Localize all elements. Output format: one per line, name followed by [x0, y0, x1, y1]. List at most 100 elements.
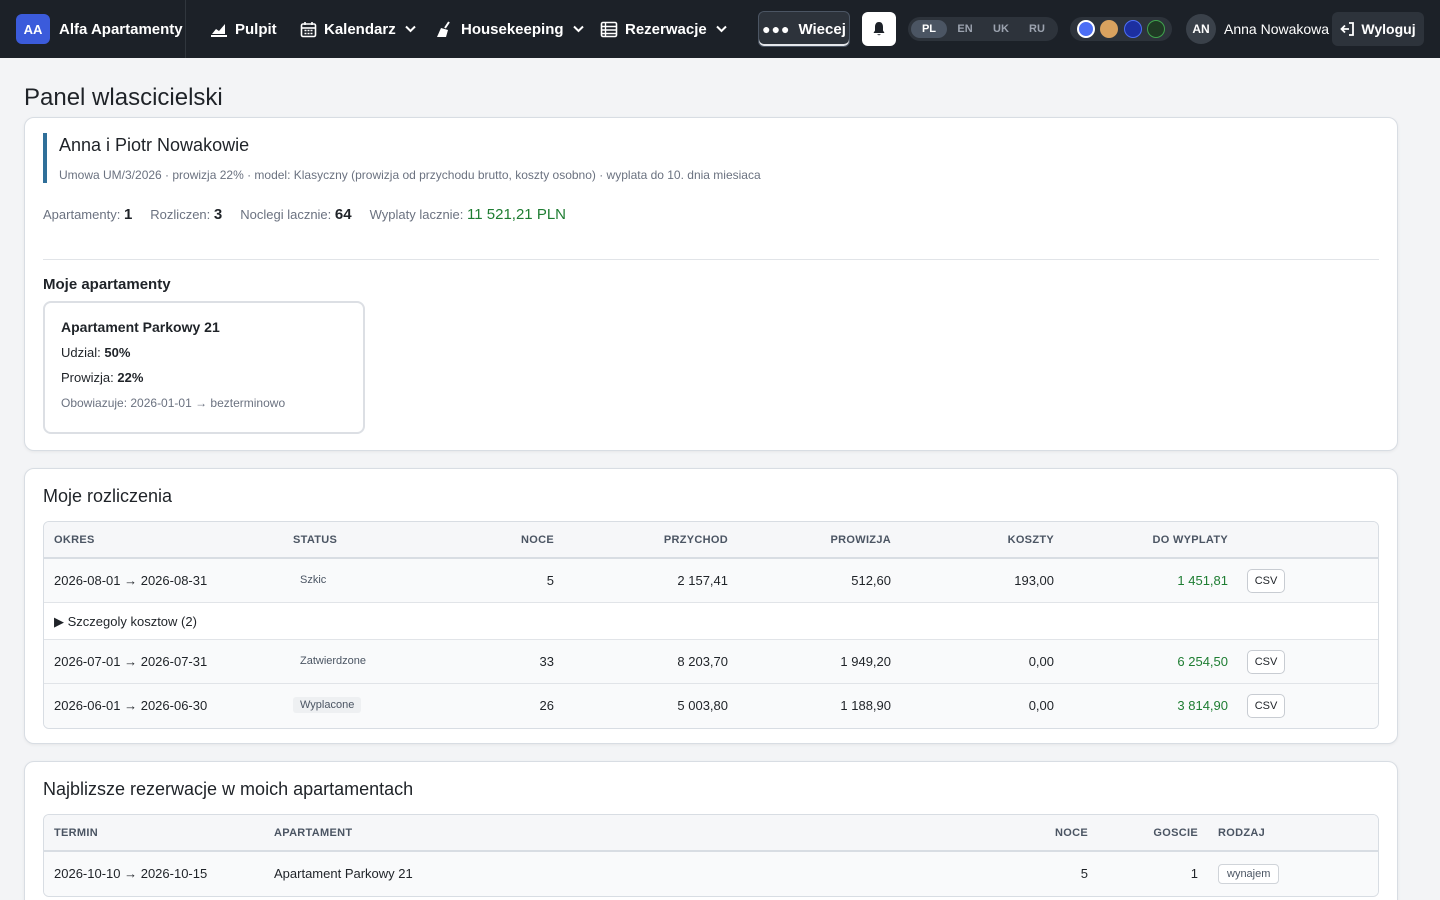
language-switcher: PL EN UK RU [908, 17, 1058, 41]
stat-payouts: Wyplaty lacznie: 11 521,21 PLN [369, 206, 566, 223]
user-menu[interactable]: AN Anna Nowakowa [1186, 14, 1329, 44]
cell-commission: 1 949,20 [840, 654, 891, 669]
list-icon [600, 21, 618, 37]
nav-item-kalendarz[interactable]: Kalendarz [300, 0, 416, 58]
cell-apartment: Apartament Parkowy 21 [274, 866, 413, 881]
bell-icon [873, 22, 885, 36]
logout-icon [1340, 22, 1355, 36]
column-header: NOCE [521, 534, 554, 546]
column-header: STATUS [293, 534, 338, 546]
nav-item-housekeeping[interactable]: Housekeeping [436, 0, 584, 58]
owner-card: Anna i Piotr Nowakowie Umowa UM/3/2026 ·… [24, 117, 1398, 451]
table-row: 2026-07-01 → 2026-07-31 Zatwierdzone 33 … [44, 640, 1378, 684]
page-title: Panel wlascicielski [24, 84, 223, 111]
nav-item-pulpit[interactable]: Pulpit [210, 0, 277, 58]
column-header: PRZYCHOD [663, 534, 728, 546]
nav-label: Kalendarz [324, 20, 396, 38]
nav-item-rezerwacje[interactable]: Rezerwacje [600, 0, 727, 58]
settlements-card: Moje rozliczenia OKRES STATUS NOCE PRZYC… [24, 468, 1398, 744]
reservation-type-badge: wynajem [1218, 864, 1280, 884]
column-header: NOCE [1055, 827, 1088, 839]
apartments-heading: Moje apartamenty [43, 276, 171, 293]
nav-label: Pulpit [235, 20, 277, 38]
table-row: 2026-06-01 → 2026-06-30 Wyplacone 26 5 0… [44, 684, 1378, 728]
column-header: APARTAMENT [274, 827, 353, 839]
cell-revenue: 2 157,41 [677, 573, 728, 588]
more-button[interactable]: ●●● Wiecej [758, 11, 850, 47]
column-header: KOSZTY [1007, 534, 1054, 546]
avatar: AN [1186, 14, 1216, 44]
status-badge: Wyplacone [293, 697, 362, 713]
cell-costs: 0,00 [1028, 698, 1054, 713]
cell-commission: 512,60 [851, 573, 891, 588]
lang-ru[interactable]: RU [1019, 20, 1055, 38]
cell-nights: 26 [539, 698, 554, 713]
stat-nights: Noclegi lacznie: 64 [240, 206, 352, 223]
chart-icon [211, 24, 227, 37]
settlements-title: Moje rozliczenia [43, 486, 173, 506]
more-dots-icon: ●●● [762, 21, 791, 37]
theme-switcher [1070, 17, 1172, 41]
theme-swatch-green[interactable] [1147, 20, 1166, 38]
cell-nights: 33 [539, 654, 554, 669]
lang-uk[interactable]: UK [983, 20, 1019, 38]
user-name: Anna Nowakowa [1224, 21, 1330, 37]
cell-period: 2026-07-01 → 2026-07-31 [54, 654, 208, 669]
cell-payout: 1 451,81 [1177, 573, 1228, 588]
theme-swatch-amber[interactable] [1100, 20, 1119, 38]
cell-period: 2026-08-01 → 2026-08-31 [54, 573, 208, 588]
reservations-card: Najblizsze rezerwacje w moich apartament… [24, 761, 1398, 900]
apartment-card[interactable]: Apartament Parkowy 21 Udzial: 50% Prowiz… [43, 301, 365, 434]
lang-pl[interactable]: PL [911, 20, 947, 38]
divider [43, 259, 1379, 260]
cell-payout: 3 814,90 [1177, 698, 1228, 713]
csv-export-button[interactable]: CSV [1247, 650, 1285, 674]
apartment-name: Apartament Parkowy 21 [61, 319, 220, 335]
lang-en[interactable]: EN [947, 20, 983, 38]
notifications-button[interactable] [862, 12, 896, 46]
column-header: GOSCIE [1153, 827, 1198, 839]
chevron-down-icon [572, 25, 584, 33]
nav-label: Housekeeping [461, 20, 564, 38]
chevron-down-icon [404, 25, 416, 33]
logout-label: Wyloguj [1361, 21, 1416, 37]
cell-nights: 5 [1080, 866, 1088, 881]
settlements-table: OKRES STATUS NOCE PRZYCHOD PROWIZJA KOSZ… [43, 521, 1379, 729]
owner-name: Anna i Piotr Nowakowie [59, 135, 250, 155]
table-row[interactable]: 2026-10-10 → 2026-10-15 Apartament Parko… [44, 852, 1378, 896]
owner-header: Anna i Piotr Nowakowie Umowa UM/3/2026 ·… [43, 133, 761, 183]
reservations-title: Najblizsze rezerwacje w moich apartament… [43, 779, 414, 799]
chevron-down-icon [716, 25, 727, 33]
cell-costs: 193,00 [1014, 573, 1054, 588]
cost-details-toggle[interactable]: ▶ Szczegoly kosztow (2) [54, 614, 197, 630]
theme-swatch-blue[interactable] [1076, 20, 1095, 38]
brand-name: Alfa Apartamenty [59, 20, 183, 38]
calendar-icon [300, 21, 317, 37]
column-header: PROWIZJA [830, 534, 891, 546]
cell-period: 2026-06-01 → 2026-06-30 [54, 698, 208, 713]
broom-icon [437, 20, 450, 37]
stat-apartments: Apartamenty: 1 [43, 206, 133, 223]
csv-export-button[interactable]: CSV [1247, 694, 1285, 718]
table-header: OKRES STATUS NOCE PRZYCHOD PROWIZJA KOSZ… [44, 522, 1378, 559]
cell-revenue: 5 003,80 [677, 698, 728, 713]
more-label: Wiecej [798, 20, 846, 38]
table-header: TERMIN APARTAMENT NOCE GOSCIE RODZAJ [44, 815, 1378, 852]
apartment-validity: Obowiazuje: 2026-01-01 → bezterminowo [61, 396, 286, 410]
status-badge: Szkic [300, 574, 327, 586]
csv-export-button[interactable]: CSV [1247, 569, 1285, 593]
column-header: TERMIN [54, 827, 98, 839]
cell-costs: 0,00 [1028, 654, 1054, 669]
stat-settlements: Rozliczen: 3 [150, 206, 223, 223]
cell-commission: 1 188,90 [840, 698, 891, 713]
owner-stats: Apartamenty: 1 Rozliczen: 3 Noclegi lacz… [43, 206, 584, 223]
cost-details-toggle-row: ▶ Szczegoly kosztow (2) [44, 603, 1378, 640]
cell-revenue: 8 203,70 [677, 654, 728, 669]
logout-button[interactable]: Wyloguj [1332, 12, 1424, 46]
table-row: 2026-08-01 → 2026-08-31 Szkic 5 2 157,41… [44, 559, 1378, 603]
brand-logo: AA [16, 14, 50, 44]
theme-swatch-navy[interactable] [1123, 20, 1142, 38]
brand[interactable]: AA Alfa Apartamenty [0, 0, 186, 58]
status-badge: Zatwierdzone [300, 655, 367, 667]
top-navbar: AA Alfa Apartamenty Pulpit Kalendarz Hou… [0, 0, 1440, 58]
